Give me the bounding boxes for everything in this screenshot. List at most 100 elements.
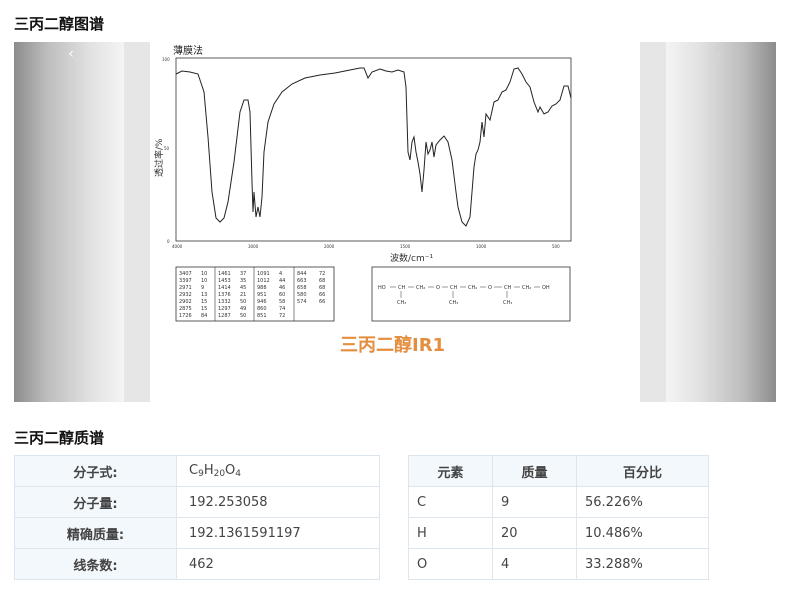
peak-wavenumber: 580 (297, 292, 307, 298)
peak-wavenumber: 2875 (179, 306, 192, 312)
peak-transmittance: 4 (279, 271, 282, 277)
table-row: O 4 33.288% (408, 548, 709, 580)
peak-transmittance: 15 (201, 299, 207, 305)
peak-transmittance: 21 (240, 292, 246, 298)
element-count: 9 (492, 486, 577, 518)
table-row: 分子量: 192.253058 (14, 486, 380, 518)
peak-transmittance: 68 (319, 285, 325, 291)
peak-wavenumber: 951 (257, 292, 267, 298)
structure-atom: CH₃ (449, 300, 458, 306)
structure-atom: O (436, 285, 440, 291)
peak-wavenumber: 860 (257, 306, 267, 312)
element-percent: 10.486% (576, 517, 709, 549)
structure-atom: CH₃ (503, 300, 512, 306)
carousel-left-fade (14, 42, 124, 402)
y-tick-label: 0 (167, 239, 170, 244)
carousel-right-fade (666, 42, 776, 402)
x-tick-label: 3000 (248, 244, 259, 249)
peak-wavenumber: 946 (257, 299, 267, 305)
formula-subscript: 20 (213, 469, 226, 479)
property-value: 192.253058 (176, 486, 380, 518)
peak-transmittance: 9 (201, 285, 204, 291)
element-symbol: H (408, 517, 493, 549)
formula-part: C (189, 463, 199, 478)
structure-atom: HO (378, 285, 386, 291)
y-tick-label: 100 (162, 57, 170, 62)
peak-transmittance: 46 (279, 285, 285, 291)
x-tick-label: 1500 (400, 244, 411, 249)
structure-atom: CH₂ (522, 285, 531, 291)
element-composition-table: 元素 质量 百分比 C 9 56.226% H 20 10.486% O 4 3… (408, 455, 709, 580)
molecular-formula-value: C9H20O4 (176, 455, 380, 487)
peak-wavenumber: 988 (257, 285, 267, 291)
carousel-next-arrow-icon[interactable]: › (709, 46, 729, 62)
table-row: C 9 56.226% (408, 486, 709, 518)
peak-wavenumber: 851 (257, 313, 267, 319)
peak-wavenumber: 1297 (218, 306, 231, 312)
peak-wavenumber: 1461 (218, 271, 231, 277)
x-axis-label: 波数/cm⁻¹ (390, 252, 433, 264)
peak-wavenumber: 574 (297, 299, 307, 305)
property-key: 线条数: (14, 548, 177, 580)
structure-atom: CH (450, 285, 457, 291)
column-header: 元素 (408, 455, 493, 487)
peak-wavenumber: 2932 (179, 292, 192, 298)
y-axis-label: 透过率/% (153, 138, 165, 177)
peak-wavenumber: 1012 (257, 278, 270, 284)
element-percent: 33.288% (576, 548, 709, 580)
peak-transmittance: 68 (319, 278, 325, 284)
peak-transmittance: 74 (279, 306, 285, 312)
peak-wavenumber: 844 (297, 271, 307, 277)
peak-transmittance: 44 (279, 278, 285, 284)
property-key: 精确质量: (14, 517, 177, 549)
property-key: 分子式: (14, 455, 177, 487)
structure-atom: CH₂ (416, 285, 425, 291)
structure-atom: CH₃ (397, 300, 406, 306)
peak-wavenumber: 3407 (179, 271, 192, 277)
peak-transmittance: 37 (240, 271, 246, 277)
ir-spectrum-title: 三丙二醇图谱 (14, 15, 105, 33)
spectrum-carousel: ‹ › 薄膜法 100 50 0 透过率/% 4000 3000 2000 15… (14, 42, 776, 402)
property-value: 192.1361591197 (176, 517, 380, 549)
ir-spectrum-figure: 薄膜法 100 50 0 透过率/% 4000 3000 2000 1500 1… (153, 44, 572, 356)
table-row: 线条数: 462 (14, 548, 380, 580)
peak-wavenumber: 3397 (179, 278, 192, 284)
peak-table: 3407 10 3397 10 2971 9 2932 13 2902 15 2875 15 1726 8… (175, 266, 335, 322)
formula-subscript: 4 (235, 469, 242, 479)
peak-transmittance: 15 (201, 306, 207, 312)
formula-part: H (203, 463, 214, 478)
element-count: 4 (492, 548, 577, 580)
molecular-properties-table: 分子式: C9H20O4 分子量: 192.253058 精确质量: 192.1… (14, 455, 380, 580)
peak-transmittance: 50 (240, 299, 246, 305)
spectrum-watermark: 三丙二醇IR1 (340, 334, 445, 356)
peak-transmittance: 10 (201, 271, 207, 277)
structure-atom: OH (542, 285, 550, 291)
element-symbol: C (408, 486, 493, 518)
peak-wavenumber: 1726 (179, 313, 192, 319)
peak-wavenumber: 658 (297, 285, 307, 291)
carousel-prev-arrow-icon[interactable]: ‹ (61, 46, 81, 62)
table-row: H 20 10.486% (408, 517, 709, 549)
formula-part: O (225, 463, 236, 478)
spectrum-method: 薄膜法 (173, 44, 203, 57)
peak-wavenumber: 663 (297, 278, 307, 284)
peak-transmittance: 72 (279, 313, 285, 319)
table-row: 精确质量: 192.1361591197 (14, 517, 380, 549)
peak-wavenumber: 1287 (218, 313, 231, 319)
peak-transmittance: 58 (279, 299, 285, 305)
element-count: 20 (492, 517, 577, 549)
table-header-row: 元素 质量 百分比 (408, 455, 709, 487)
peak-wavenumber: 1414 (218, 285, 231, 291)
peak-transmittance: 66 (319, 299, 325, 305)
structure-atom: CH (398, 285, 405, 291)
property-key: 分子量: (14, 486, 177, 518)
peak-transmittance: 72 (319, 271, 325, 277)
column-header: 质量 (492, 455, 577, 487)
peak-wavenumber: 2902 (179, 299, 192, 305)
peak-wavenumber: 1376 (218, 292, 231, 298)
peak-transmittance: 45 (240, 285, 246, 291)
element-percent: 56.226% (576, 486, 709, 518)
structure-atom: CH₂ (468, 285, 477, 291)
table-row: 分子式: C9H20O4 (14, 455, 380, 487)
peak-wavenumber: 1332 (218, 299, 231, 305)
